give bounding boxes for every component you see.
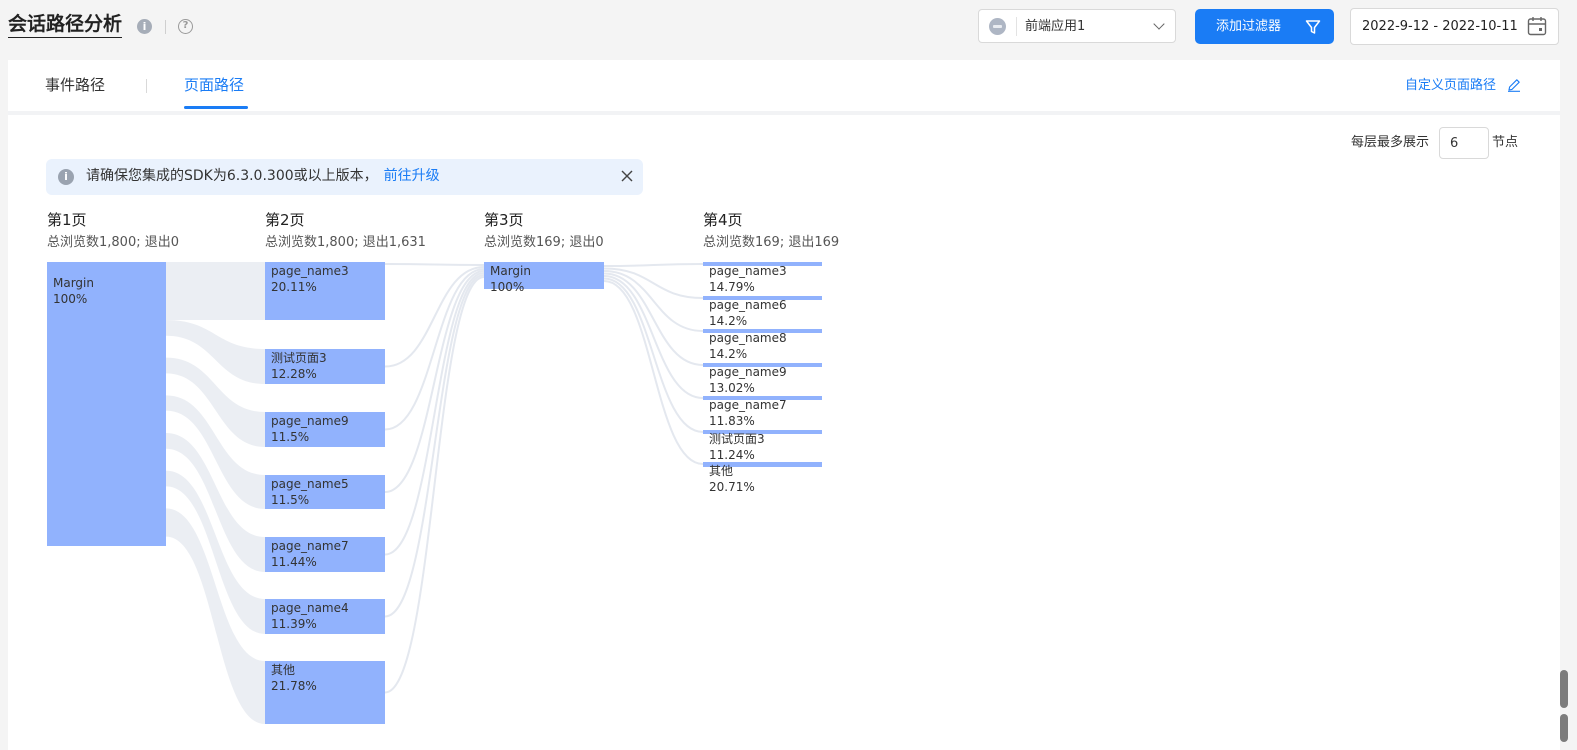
node-percent: 14.2% [709, 314, 747, 328]
scrollbar-thumb[interactable] [1560, 670, 1568, 708]
node-percent: 14.2% [709, 347, 747, 361]
node-label: page_name9 [271, 414, 349, 428]
node-percent: 20.11% [271, 280, 317, 294]
column-title: 第3页 [484, 211, 524, 229]
node-percent: 100% [53, 292, 87, 306]
add-filter-button[interactable]: 添加过滤器 [1195, 9, 1334, 44]
app-select[interactable]: 前端应用1 [978, 9, 1176, 43]
column-summary: 总浏览数169; 退出169 [703, 234, 839, 250]
node-label: page_name4 [271, 601, 349, 615]
sankey-chart: 第1页总浏览数1,800; 退出0 Margin 100% 第2页总浏览数1,800;… [47, 211, 839, 724]
sankey-link-3-4[interactable] [603, 275, 704, 399]
select-divider [1016, 17, 1017, 36]
info-icon[interactable]: i [137, 19, 152, 34]
app-select-value: 前端应用1 [1025, 19, 1086, 34]
node-label: page_name3 [709, 264, 787, 278]
node-label: page_name8 [709, 331, 787, 345]
header-divider [165, 20, 166, 34]
calendar-icon [1527, 17, 1547, 36]
node-percent: 13.02% [709, 381, 755, 395]
node-label: 其他 [709, 464, 733, 478]
node-label: page_name9 [709, 365, 787, 379]
node-label: page_name6 [709, 298, 787, 312]
scrollbar-thumb-lower[interactable] [1560, 714, 1568, 742]
node-label: page_name3 [271, 264, 349, 278]
node-percent: 21.78% [271, 679, 317, 693]
node-label: page_name7 [271, 539, 349, 553]
main-panel: 事件路径 页面路径 自定义页面路径 每层最多展示 节点 i 请确保您集成的SDK… [8, 60, 1560, 750]
column-title: 第4页 [703, 211, 743, 229]
node-percent: 11.39% [271, 617, 317, 631]
column-summary: 总浏览数169; 退出0 [484, 234, 604, 250]
column-title: 第1页 [47, 211, 87, 229]
date-range-picker[interactable]: 2022-9-12 - 2022-10-11 [1350, 8, 1559, 45]
add-filter-label: 添加过滤器 [1216, 19, 1282, 34]
date-range-value: 2022-9-12 - 2022-10-11 [1362, 19, 1518, 34]
sankey-link-1-2[interactable] [166, 262, 265, 320]
column-summary: 总浏览数1,800; 退出1,631 [265, 234, 426, 250]
sankey-link-2-3[interactable] [384, 274, 485, 618]
sankey-link-3-4[interactable] [603, 263, 704, 267]
node-percent: 14.79% [709, 280, 755, 294]
node-percent: 11.83% [709, 414, 755, 428]
column-summary: 总浏览数1,800; 退出0 [47, 234, 179, 250]
node-percent: 11.5% [271, 493, 309, 507]
sankey-link-2-3[interactable] [384, 263, 485, 266]
android-icon [989, 18, 1006, 35]
node-label: page_name7 [709, 398, 787, 412]
question-circle-icon[interactable]: ? [178, 19, 193, 34]
node-label: 测试页面3 [709, 431, 765, 446]
node-label: Margin [490, 264, 531, 278]
chevron-down-icon [1153, 18, 1165, 30]
node-percent: 20.71% [709, 480, 755, 494]
node-label: 其他 [271, 663, 295, 677]
page-title: 会话路径分析 [8, 12, 123, 38]
node-percent: 11.44% [271, 555, 317, 569]
node-percent: 100% [490, 280, 524, 294]
column-title: 第2页 [265, 211, 305, 229]
sankey-link-2-3[interactable] [384, 270, 485, 493]
node-label: Margin [53, 276, 94, 290]
node-percent: 11.5% [271, 430, 309, 444]
node-label: 测试页面3 [271, 350, 327, 365]
sankey-link-3-4[interactable] [603, 280, 704, 465]
node-percent: 11.24% [709, 448, 755, 462]
node-percent: 12.28% [271, 367, 317, 381]
node-label: page_name5 [271, 477, 349, 491]
filter-icon [1305, 20, 1321, 34]
